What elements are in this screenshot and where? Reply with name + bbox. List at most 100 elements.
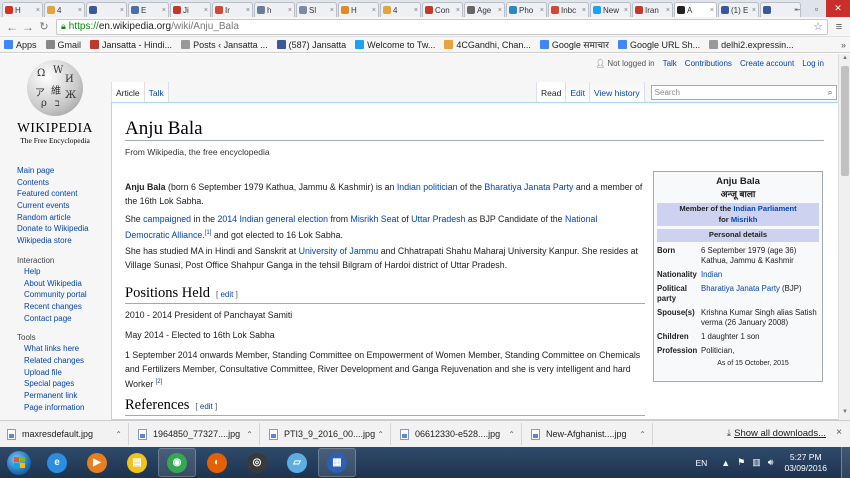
link-campaigned[interactable]: campaigned (143, 214, 191, 224)
bookmark-item[interactable]: (587) Jansatta (276, 38, 346, 51)
tab-close-icon[interactable]: × (36, 7, 40, 14)
tab-close-icon[interactable]: × (246, 7, 250, 14)
sidebar-link[interactable]: Random article (17, 212, 109, 224)
tab-close-icon[interactable]: × (414, 7, 418, 14)
browser-tab[interactable]: Ji × (170, 2, 211, 17)
show-all-downloads-link[interactable]: ⤓ Show all downloads... (727, 428, 826, 439)
start-button[interactable] (0, 447, 38, 478)
sidebar-link[interactable]: Special pages (17, 378, 109, 390)
browser-tab[interactable]: A × (674, 2, 717, 17)
show-desktop-button[interactable] (841, 447, 850, 478)
browser-tab[interactable]: h × (254, 2, 295, 17)
bookmarks-overflow-button[interactable]: » (841, 37, 846, 52)
bookmark-item[interactable]: Posts ‹ Jansatta ... (181, 38, 268, 51)
tab-close-icon[interactable]: × (710, 7, 714, 14)
tab-read[interactable]: Read (536, 82, 566, 102)
tab-close-icon[interactable]: × (330, 7, 334, 14)
page-scrollbar[interactable]: ▲ ▼ (838, 54, 850, 420)
close-window-icon[interactable]: ✕ (826, 0, 850, 17)
link-uttar-pradesh[interactable]: Uttar Pradesh (411, 214, 465, 224)
tab-close-icon[interactable]: × (582, 7, 586, 14)
download-item[interactable]: maxresdefault.jpg ⌃ (3, 423, 129, 445)
sidebar-link[interactable]: Page information (17, 402, 109, 414)
browser-tab[interactable]: (1) E × (718, 2, 759, 17)
download-item[interactable]: 1964850_77327....jpg ⌃ (134, 423, 260, 445)
browser-tab[interactable]: 4 × (44, 2, 85, 17)
download-menu-icon[interactable]: ⌃ (246, 430, 253, 439)
tab-close-icon[interactable]: × (372, 7, 376, 14)
tab-close-icon[interactable]: × (120, 7, 124, 14)
scroll-up-icon[interactable]: ▲ (839, 55, 850, 65)
wikipedia-logo[interactable]: ΩWИ ア維Ж ρב WIKIPEDIA The Free Encycloped… (14, 60, 96, 160)
taskbar-app-button[interactable]: ▶ (78, 448, 116, 477)
sidebar-link[interactable]: Donate to Wikipedia (17, 223, 109, 235)
link-misrikh[interactable]: Misrikh (731, 215, 758, 224)
bookmark-item[interactable]: Google समाचार (539, 38, 609, 51)
browser-tab[interactable]: E × (128, 2, 169, 17)
link-indian-parliament[interactable]: Indian Parliament (733, 204, 796, 213)
tab-edit[interactable]: Edit (565, 82, 589, 102)
action-center-flag-icon[interactable]: ⚑ (737, 457, 745, 468)
link-university-of-jammu[interactable]: University of Jammu (299, 246, 379, 256)
download-item[interactable]: New-Afghanist....jpg ⌃ (527, 423, 653, 445)
tab-article[interactable]: Article (111, 82, 144, 102)
edit-section-link[interactable]: edit (220, 290, 233, 299)
scrollbar-thumb[interactable] (841, 66, 849, 176)
sidebar-link[interactable]: About Wikipedia (17, 278, 109, 290)
tab-close-icon[interactable]: × (752, 7, 756, 14)
taskbar-app-button[interactable]: ◉ (158, 448, 196, 477)
download-menu-icon[interactable]: ⌃ (508, 430, 515, 439)
sidebar-link[interactable]: Contact page (17, 313, 109, 325)
sidebar-link[interactable]: Wikipedia store (17, 235, 109, 247)
sidebar-link[interactable]: Related changes (17, 355, 109, 367)
download-menu-icon[interactable]: ⌃ (639, 430, 646, 439)
browser-tab[interactable]: Ir × (212, 2, 253, 17)
scroll-down-icon[interactable]: ▼ (839, 409, 850, 419)
bookmark-item[interactable]: Gmail (45, 38, 81, 51)
sidebar-link[interactable]: Upload file (17, 367, 109, 379)
clock[interactable]: 5:27 PM 03/09/2016 (784, 452, 827, 474)
sidebar-link[interactable]: Main page (17, 165, 109, 177)
link-indian-politician[interactable]: Indian politician (397, 182, 458, 192)
browser-tab[interactable]: Iran × (632, 2, 673, 17)
reference-2[interactable]: [2] (156, 379, 163, 385)
tab-close-icon[interactable]: × (540, 7, 544, 14)
volume-icon[interactable]: 🔊︎ (768, 457, 774, 468)
sidebar-link[interactable]: Current events (17, 200, 109, 212)
bookmark-star-icon[interactable]: ☆ (813, 20, 823, 33)
create-account-link[interactable]: Create account (740, 59, 794, 68)
search-input[interactable]: Search ⌕ (650, 85, 837, 100)
tab-talk[interactable]: Talk (143, 82, 169, 102)
browser-tab[interactable]: 4 × (380, 2, 421, 17)
sidebar-link[interactable]: Permanent link (17, 390, 109, 402)
maximize-icon[interactable]: ▫ (807, 0, 826, 17)
tab-close-icon[interactable]: × (498, 7, 502, 14)
search-icon[interactable]: ⌕ (828, 87, 833, 98)
contributions-link[interactable]: Contributions (685, 59, 732, 68)
tab-close-icon[interactable]: × (624, 7, 628, 14)
browser-menu-icon[interactable]: ≡ (832, 21, 846, 33)
tab-close-icon[interactable]: × (288, 7, 292, 14)
talk-link[interactable]: Talk (663, 59, 677, 68)
browser-tab[interactable]: H × (2, 2, 43, 17)
taskbar-app-button[interactable]: e (38, 448, 76, 477)
browser-tab[interactable]: H × (338, 2, 379, 17)
browser-tab[interactable]: Pho × (506, 2, 547, 17)
taskbar-app-button[interactable]: ◐ (198, 448, 236, 477)
browser-tab[interactable]: Inbc × (548, 2, 589, 17)
browser-tab[interactable]: × (86, 2, 127, 17)
bookmark-item[interactable]: Apps (4, 38, 37, 51)
log-in-link[interactable]: Log in (802, 59, 824, 68)
browser-tab[interactable]: Sl × (296, 2, 337, 17)
bookmark-item[interactable]: Welcome to Tw... (355, 38, 435, 51)
download-item[interactable]: 06612330-e528....jpg ⌃ (396, 423, 522, 445)
link-misrikh-seat[interactable]: Misrikh Seat (351, 214, 399, 224)
browser-tab[interactable]: Con × (422, 2, 463, 17)
reload-icon[interactable]: ↻ (36, 20, 52, 33)
bookmark-item[interactable]: Google URL Sh... (617, 38, 700, 51)
link-indian[interactable]: Indian (701, 270, 722, 279)
back-icon[interactable]: ← (4, 20, 20, 34)
sidebar-link[interactable]: Help (17, 266, 109, 278)
edit-section-link[interactable]: edit (200, 402, 213, 411)
browser-tab[interactable]: Age × (464, 2, 505, 17)
